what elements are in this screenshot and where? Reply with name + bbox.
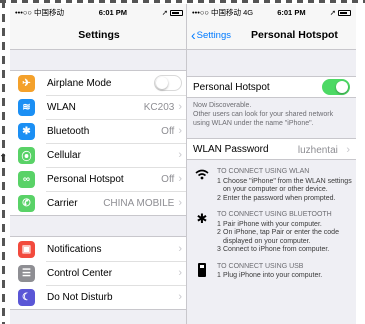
nav-bar: ‹ Settings Personal Hotspot xyxy=(187,20,356,50)
step-text: Connect to iPhone from computer. xyxy=(223,246,330,253)
wlan-password-value: luzhentai xyxy=(297,145,338,156)
status-bar: •••○○ 中国移动 6:01 PM ➚ xyxy=(10,4,188,20)
nav-bar: Settings xyxy=(10,20,188,50)
status-time: 6:01 PM xyxy=(98,7,128,17)
chevron-right-icon: › xyxy=(178,267,182,279)
settings-group-connectivity: ✈ Airplane Mode ≋ WLAN KC203 › ✱ Bluetooth Off › ⦿… xyxy=(10,70,188,216)
notifications-icon: ▣ xyxy=(18,240,35,258)
discoverable-text: Now Discoverable. xyxy=(193,102,252,109)
page-title: Personal Hotspot xyxy=(251,28,338,41)
settings-row-carrier[interactable]: ✆ Carrier CHINA MOBILE › xyxy=(10,191,188,215)
instructions-title: TO CONNECT USING USB xyxy=(217,262,304,270)
back-button[interactable]: ‹ Settings xyxy=(191,20,231,50)
instructions-bluetooth: ✱ TO CONNECT USING BLUETOOTH 1 Pair iPhon… xyxy=(187,211,356,255)
instruction-step: 2 Enter the password when prompted. xyxy=(217,195,352,204)
battery-icon: ➚ xyxy=(330,8,351,17)
row-label: Notifications xyxy=(47,243,102,255)
carrier-signal: •••○○ 中国移动 4G xyxy=(192,7,254,17)
chevron-right-icon: › xyxy=(178,125,182,137)
row-value: KC203 xyxy=(143,101,175,113)
chevron-right-icon: › xyxy=(178,197,182,209)
cellular-icon: ⦿ xyxy=(18,146,35,164)
battery-icon: ➚ xyxy=(162,8,183,17)
wlan-password-label: WLAN Password xyxy=(193,143,269,155)
row-label: Carrier xyxy=(47,197,78,209)
settings-row-wlan[interactable]: ≋ WLAN KC203 › xyxy=(10,95,188,119)
control-center-icon: ☰ xyxy=(18,264,35,282)
airplane-icon: ✈ xyxy=(18,74,35,92)
instructions-usb: TO CONNECT USING USB 1 Plug iPhone into y… xyxy=(187,262,356,281)
instructions-wlan: TO CONNECT USING WLAN 1 Choose "iPhone" f… xyxy=(187,168,356,203)
chevron-right-icon: › xyxy=(346,144,350,156)
settings-row-do-not-disturb[interactable]: ☾ Do Not Disturb › xyxy=(10,285,188,309)
wifi-icon xyxy=(193,168,211,203)
row-value: Off xyxy=(161,173,175,185)
chevron-right-icon: › xyxy=(178,243,182,255)
row-value: CHINA MOBILE xyxy=(103,197,175,209)
share-text: Other users can look for your shared net… xyxy=(193,111,334,127)
bluetooth-icon: ✱ xyxy=(18,122,35,140)
status-time: 6:01 PM xyxy=(277,7,306,17)
settings-screen: •••○○ 中国移动 6:01 PM ➚ Settings ✈ Airplane … xyxy=(10,4,188,324)
usb-icon xyxy=(198,262,206,277)
row-label: Bluetooth xyxy=(47,125,90,137)
settings-row-notifications[interactable]: ▣ Notifications › xyxy=(10,237,188,261)
page-title: Settings xyxy=(78,28,120,41)
back-label: Settings xyxy=(196,29,231,41)
row-label: Cellular xyxy=(47,149,81,161)
step-text: Plug iPhone into your computer. xyxy=(223,272,323,279)
chevron-right-icon: › xyxy=(178,149,182,161)
instructions-title: TO CONNECT USING BLUETOOTH xyxy=(217,211,332,218)
instruction-step: 1 Choose "iPhone" from the WLAN settings … xyxy=(217,178,352,195)
row-label: Airplane Mode xyxy=(47,77,112,89)
instruction-step: 2 On iPhone, tap Pair or enter the code d… xyxy=(217,229,352,246)
instructions-title: TO CONNECT USING WLAN xyxy=(217,168,310,175)
instruction-step: 1 Pair iPhone with your computer. xyxy=(217,221,352,230)
carrier-signal: •••○○ 中国移动 xyxy=(15,7,65,17)
settings-row-bluetooth[interactable]: ✱ Bluetooth Off › xyxy=(10,119,188,143)
moon-icon: ☾ xyxy=(18,288,35,306)
step-text: Pair iPhone with your computer. xyxy=(223,220,322,228)
hotspot-toggle[interactable] xyxy=(322,79,350,95)
dashed-border-top xyxy=(0,0,365,3)
settings-row-airplane-mode[interactable]: ✈ Airplane Mode xyxy=(10,71,188,95)
settings-row-cellular[interactable]: ⦿ Cellular › xyxy=(10,143,188,167)
row-label: WLAN xyxy=(47,101,76,113)
wlan-password-row[interactable]: WLAN Password luzhentai › xyxy=(187,138,356,160)
instruction-step: 1 Plug iPhone into your computer. xyxy=(217,272,322,281)
hotspot-icon: ∞ xyxy=(18,170,35,188)
instruction-step: 3 Connect to iPhone from computer. xyxy=(217,246,352,255)
personal-hotspot-screen: •••○○ 中国移动 4G 6:01 PM ➚ ‹ Settings Perso… xyxy=(186,4,356,324)
wifi-icon: ≋ xyxy=(18,98,35,116)
hotspot-label: Personal Hotspot xyxy=(193,81,270,93)
step-text: Choose "iPhone" from the WLAN settings o… xyxy=(223,177,352,194)
settings-row-personal-hotspot[interactable]: ∞ Personal Hotspot Off › xyxy=(10,167,188,191)
step-text: Enter the password when prompted. xyxy=(223,194,336,202)
phone-icon: ✆ xyxy=(18,194,35,212)
settings-row-control-center[interactable]: ☰ Control Center › xyxy=(10,261,188,285)
row-label: Control Center xyxy=(47,267,113,279)
settings-group-system: ▣ Notifications › ☰ Control Center › ☾ Do Not D… xyxy=(10,236,188,310)
step-text: On iPhone, tap Pair or enter the code di… xyxy=(223,229,339,245)
hotspot-description: Now Discoverable. Other users can look f… xyxy=(187,98,356,128)
chevron-right-icon: › xyxy=(178,173,182,185)
status-bar: •••○○ 中国移动 4G 6:01 PM ➚ xyxy=(187,4,356,20)
airplane-mode-toggle[interactable] xyxy=(154,75,182,91)
stray-mark: t xyxy=(1,150,6,165)
row-value: Off xyxy=(161,125,175,137)
row-label: Personal Hotspot xyxy=(47,173,124,185)
chevron-right-icon: › xyxy=(178,101,182,113)
chevron-right-icon: › xyxy=(178,291,182,303)
chevron-left-icon: ‹ xyxy=(191,27,196,43)
hotspot-toggle-row: Personal Hotspot xyxy=(187,76,356,98)
row-label: Do Not Disturb xyxy=(47,291,113,303)
bluetooth-icon: ✱ xyxy=(196,211,208,226)
